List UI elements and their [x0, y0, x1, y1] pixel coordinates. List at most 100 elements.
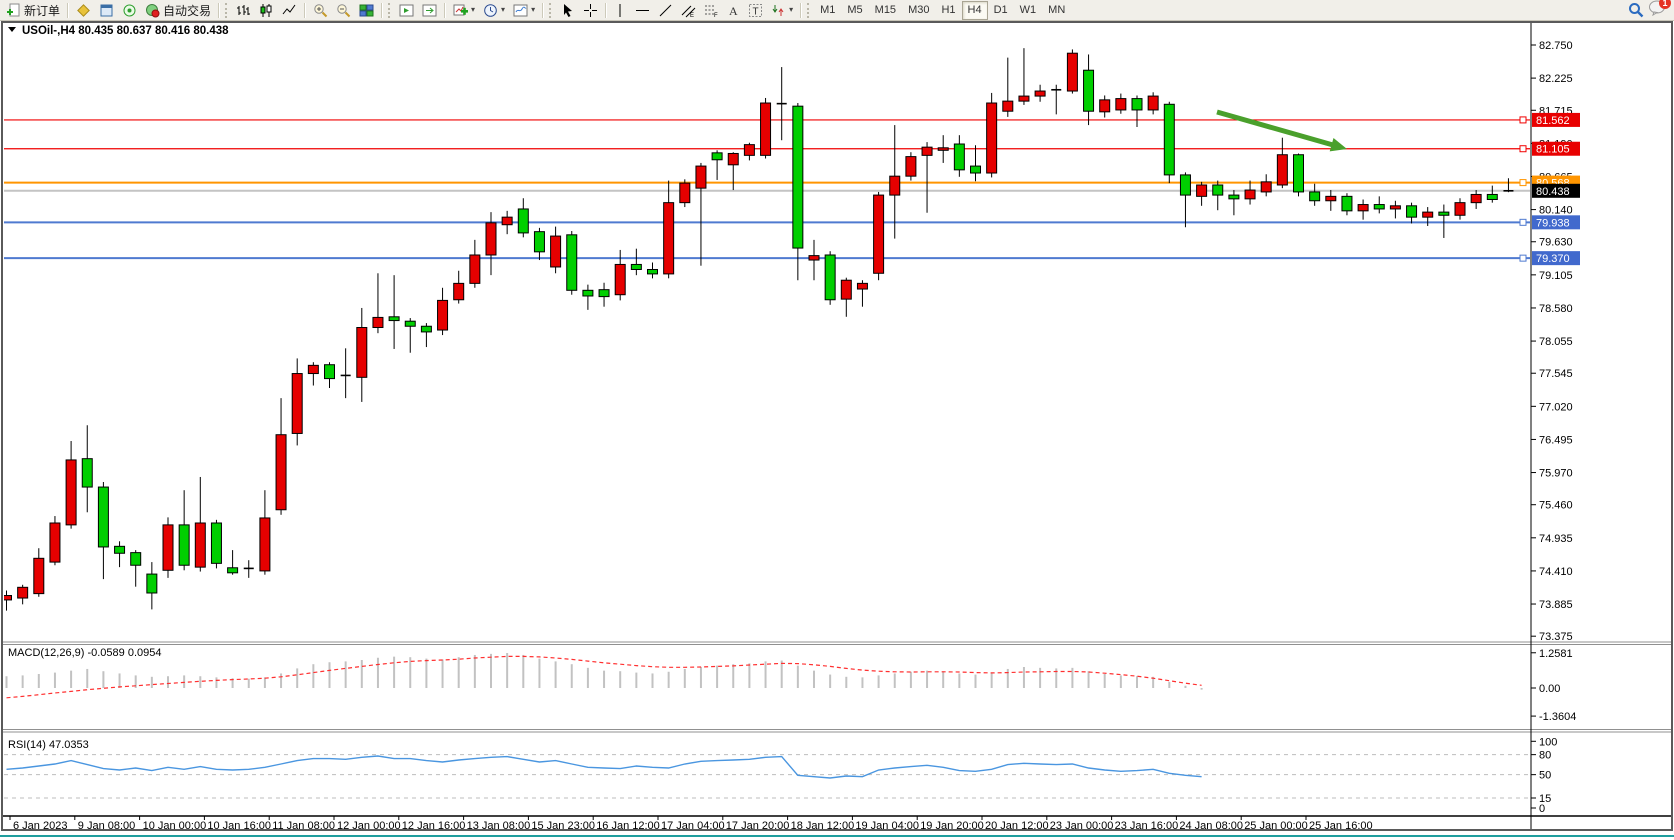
time-tick-label: 17 Jan 20:00 — [726, 820, 790, 832]
line-handle-81.105[interactable] — [1520, 146, 1526, 152]
bar-chart-icon — [236, 3, 251, 18]
time-tick-label: 25 Jan 16:00 — [1309, 820, 1373, 832]
time-tick-label: 18 Jan 12:00 — [791, 820, 855, 832]
candle-body-down — [954, 144, 964, 170]
fibonacci-button[interactable]: F — [700, 0, 723, 21]
price-chip-79.938-label: 79.938 — [1536, 217, 1570, 229]
chat-badge: 1 — [1659, 0, 1671, 9]
rsi-tick-label: 80 — [1539, 750, 1551, 762]
macd-label: MACD(12,26,9) -0.0589 0.0954 — [8, 647, 161, 659]
candle-body-up — [1277, 155, 1287, 185]
data-window-button[interactable] — [95, 0, 118, 21]
bar-chart-button[interactable] — [232, 0, 255, 21]
shapes-button[interactable]: ▾ — [767, 0, 797, 21]
candle-body-up — [292, 374, 302, 434]
zoom-in-button[interactable] — [309, 0, 332, 21]
auto-scroll-button[interactable] — [395, 0, 418, 21]
line-handle-79.938[interactable] — [1520, 219, 1526, 225]
price-tick-label: 79.630 — [1539, 237, 1573, 249]
price-tick-label: 79.105 — [1539, 270, 1573, 282]
time-tick-label: 25 Jan 00:00 — [1244, 820, 1308, 832]
navigator-icon — [122, 3, 137, 18]
timeframe-w1-button[interactable]: W1 — [1014, 1, 1043, 20]
chart-shift-button[interactable] — [418, 0, 441, 21]
main-toolbar: 新订单 自动交易 ▾ ▾ ▾ E F A T ▾ M1 M5 M15 M30 H… — [0, 0, 1674, 21]
new-order-label: 新订单 — [24, 2, 60, 19]
chart-window — [2, 22, 1672, 830]
candle-body-down — [1487, 194, 1497, 199]
label-button[interactable]: T — [744, 0, 767, 21]
indicators-button[interactable]: ▾ — [449, 0, 479, 21]
chart-canvas[interactable]: 82.75082.22581.71581.19080.66580.14079.6… — [0, 0, 1674, 840]
candle-body-up — [1003, 101, 1013, 111]
macd-tick-label: 0.00 — [1539, 683, 1560, 695]
zoom-out-button[interactable] — [332, 0, 355, 21]
market-watch-icon — [76, 3, 91, 18]
candle-body-up — [938, 148, 948, 151]
time-tick-label: 24 Jan 08:00 — [1179, 820, 1243, 832]
price-chip-79.370-label: 79.370 — [1536, 253, 1570, 265]
chart-shift-icon — [422, 3, 437, 18]
timeframe-m15-button[interactable]: M15 — [869, 1, 902, 20]
candle-body-up — [1245, 190, 1255, 199]
candle-body-up — [34, 558, 44, 593]
market-watch-button[interactable] — [72, 0, 95, 21]
candle-body-down — [82, 459, 92, 487]
cursor-icon — [560, 3, 575, 18]
rsi-label: RSI(14) 47.0353 — [8, 739, 89, 751]
line-handle-79.370[interactable] — [1520, 255, 1526, 261]
templates-button[interactable]: ▾ — [509, 0, 539, 21]
auto-trading-button[interactable]: 自动交易 — [141, 0, 215, 21]
candle-body-up — [1035, 91, 1045, 96]
line-chart-button[interactable] — [278, 0, 301, 21]
auto-trading-icon — [145, 3, 160, 18]
chat-button[interactable]: 1 — [1648, 0, 1666, 21]
new-order-button[interactable]: 新订单 — [2, 0, 64, 21]
candle-body-up — [373, 317, 383, 327]
navigator-button[interactable] — [118, 0, 141, 21]
zoom-in-icon — [313, 3, 328, 18]
candle-body-up — [841, 280, 851, 299]
candle-body-up — [551, 236, 561, 267]
timeframe-d1-button[interactable]: D1 — [988, 1, 1014, 20]
vline-button[interactable] — [610, 0, 631, 21]
bottom-teal-line — [0, 835, 1674, 837]
candle-body-up — [357, 328, 367, 378]
timeframe-mn-button[interactable]: MN — [1042, 1, 1071, 20]
timeframe-h1-button[interactable]: H1 — [935, 1, 961, 20]
search-button[interactable] — [1624, 0, 1648, 21]
fibonacci-icon: F — [704, 3, 719, 18]
time-tick-label: 23 Jan 16:00 — [1115, 820, 1179, 832]
macd-tick-label: -1.3604 — [1539, 711, 1576, 723]
candle-chart-button[interactable] — [255, 0, 278, 21]
candle-body-up — [276, 435, 286, 510]
text-button[interactable]: A — [723, 0, 744, 21]
time-tick-label: 16 Jan 12:00 — [596, 820, 660, 832]
line-handle-80.568[interactable] — [1520, 180, 1526, 186]
candle-body-down — [147, 574, 157, 593]
tile-windows-button[interactable] — [355, 0, 378, 21]
timeframe-h4-button[interactable]: H4 — [962, 1, 988, 20]
trendline-button[interactable] — [654, 0, 677, 21]
candle-body-up — [502, 217, 512, 225]
line-handle-81.562[interactable] — [1520, 117, 1526, 123]
crosshair-button[interactable] — [579, 0, 602, 21]
price-tick-label: 74.410 — [1539, 566, 1573, 578]
timeframe-m5-button[interactable]: M5 — [841, 1, 868, 20]
timeframe-m30-button[interactable]: M30 — [902, 1, 935, 20]
svg-text:F: F — [714, 13, 718, 18]
candle-body-up — [744, 145, 754, 156]
timeframe-m1-button[interactable]: M1 — [814, 1, 841, 20]
trendline-icon — [658, 3, 673, 18]
line-chart-icon — [282, 3, 297, 18]
candle-body-down — [712, 153, 722, 160]
cursor-button[interactable] — [556, 0, 579, 21]
price-tick-label: 77.545 — [1539, 368, 1573, 380]
price-tick-label: 73.885 — [1539, 599, 1573, 611]
candle-body-down — [131, 553, 141, 566]
hline-button[interactable] — [631, 0, 654, 21]
time-tick-label: 17 Jan 04:00 — [661, 820, 725, 832]
periods-button[interactable]: ▾ — [479, 0, 509, 21]
candle-body-up — [1019, 96, 1029, 101]
channel-button[interactable]: E — [677, 0, 700, 21]
